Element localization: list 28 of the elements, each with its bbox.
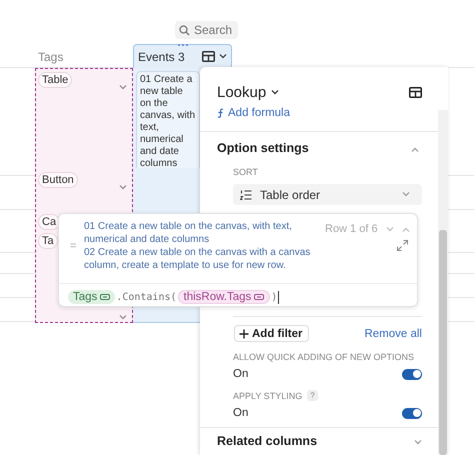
remove-all-link[interactable]: Remove all — [364, 328, 422, 340]
option-label: APPLY STYLING — [233, 390, 302, 400]
column-chip: Tags — [68, 290, 116, 304]
tag-chip: Table — [38, 72, 72, 88]
toggle-label: On — [233, 368, 248, 380]
add-formula-link[interactable]: Add formula — [217, 107, 290, 119]
section-title[interactable]: Option settings — [217, 141, 309, 155]
toggle-label: On — [233, 407, 248, 419]
tag-chip: Button — [38, 172, 78, 188]
formula-text: .Contains( — [115, 292, 178, 302]
row-counter: Row 1 of 6 — [325, 223, 378, 235]
reference-chip: thisRow.Tags — [178, 290, 270, 304]
section-title[interactable]: Related columns — [217, 434, 318, 448]
formula-text: ) — [270, 292, 278, 302]
equals-sign: = — [70, 240, 78, 254]
sort-dropdown[interactable]: Table order — [233, 184, 422, 205]
result-text: 01 Create a new table on the canvas, with text, numerical and date columns — [84, 220, 293, 246]
tag-chip: Ta — [38, 233, 58, 249]
result-text: 02 Create a new table on the canvas with a canvas column, create a template to use for new row. — [84, 246, 312, 272]
formula-field[interactable]: Tags .Contains( thisRow.Tags ) — [59, 284, 417, 304]
tag-chip: Ca — [38, 214, 60, 230]
column-header[interactable]: Events 3 — [133, 44, 232, 68]
add-filter-button[interactable]: Add filter — [234, 325, 310, 342]
column-header[interactable]: Tags — [38, 50, 64, 64]
sort-label: SORT — [233, 167, 259, 177]
option-label: ALLOW QUICK ADDING OF NEW OPTIONS — [233, 352, 414, 362]
panel-title[interactable]: Lookup — [217, 84, 280, 101]
search-button[interactable]: Search — [175, 21, 238, 39]
